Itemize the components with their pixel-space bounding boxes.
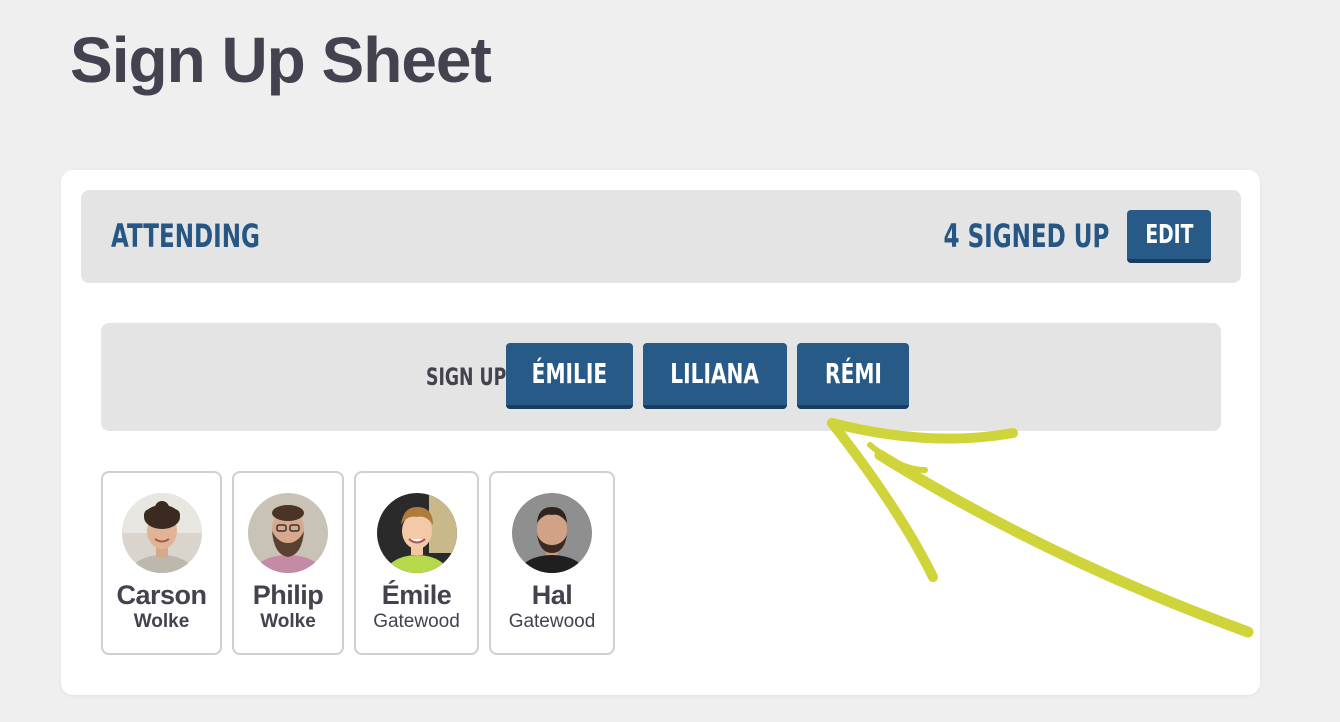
attendee-first-name: Hal: [531, 580, 573, 610]
attendee-card[interactable]: Carson Wolke: [101, 471, 222, 655]
avatar: [121, 493, 202, 573]
avatar: [512, 493, 592, 573]
signup-bar: SIGN UP: ÉMILIE LILIANA RÉMI: [101, 323, 1221, 431]
page-title: Sign Up Sheet: [70, 24, 492, 96]
attendee-card[interactable]: Philip Wolke: [232, 471, 344, 655]
signup-button-liliana[interactable]: LILIANA: [643, 343, 787, 409]
attendee-last-name: Wolke: [133, 611, 190, 632]
avatar: [376, 493, 457, 573]
avatar: [248, 493, 328, 573]
attendee-card[interactable]: Émile Gatewood: [354, 471, 479, 655]
attendee-first-name: Émile: [381, 580, 452, 610]
signup-button-emilie[interactable]: ÉMILIE: [506, 343, 633, 409]
signed-up-count: 4 SIGNED UP: [943, 217, 1109, 255]
attendee-first-name: Philip: [252, 580, 324, 610]
attendee-card[interactable]: Hal Gatewood: [489, 471, 615, 655]
section-title: ATTENDING: [111, 217, 260, 255]
attendance-card: ATTENDING 4 SIGNED UP EDIT SIGN UP: ÉMIL…: [61, 170, 1260, 695]
attendee-last-name: Gatewood: [373, 611, 460, 632]
card-header: ATTENDING 4 SIGNED UP EDIT: [81, 190, 1241, 283]
signup-button-label: LILIANA: [670, 357, 760, 390]
signup-button-label: ÉMILIE: [531, 357, 608, 390]
edit-button-label: EDIT: [1144, 219, 1194, 250]
signup-button-remi[interactable]: RÉMI: [797, 343, 909, 409]
attendee-last-name: Wolke: [260, 611, 316, 632]
signup-button-label: RÉMI: [824, 357, 882, 390]
signup-label: SIGN UP:: [426, 363, 514, 391]
edit-button[interactable]: EDIT: [1127, 210, 1211, 263]
attendee-last-name: Gatewood: [508, 611, 596, 632]
attendee-first-name: Carson: [116, 580, 207, 610]
